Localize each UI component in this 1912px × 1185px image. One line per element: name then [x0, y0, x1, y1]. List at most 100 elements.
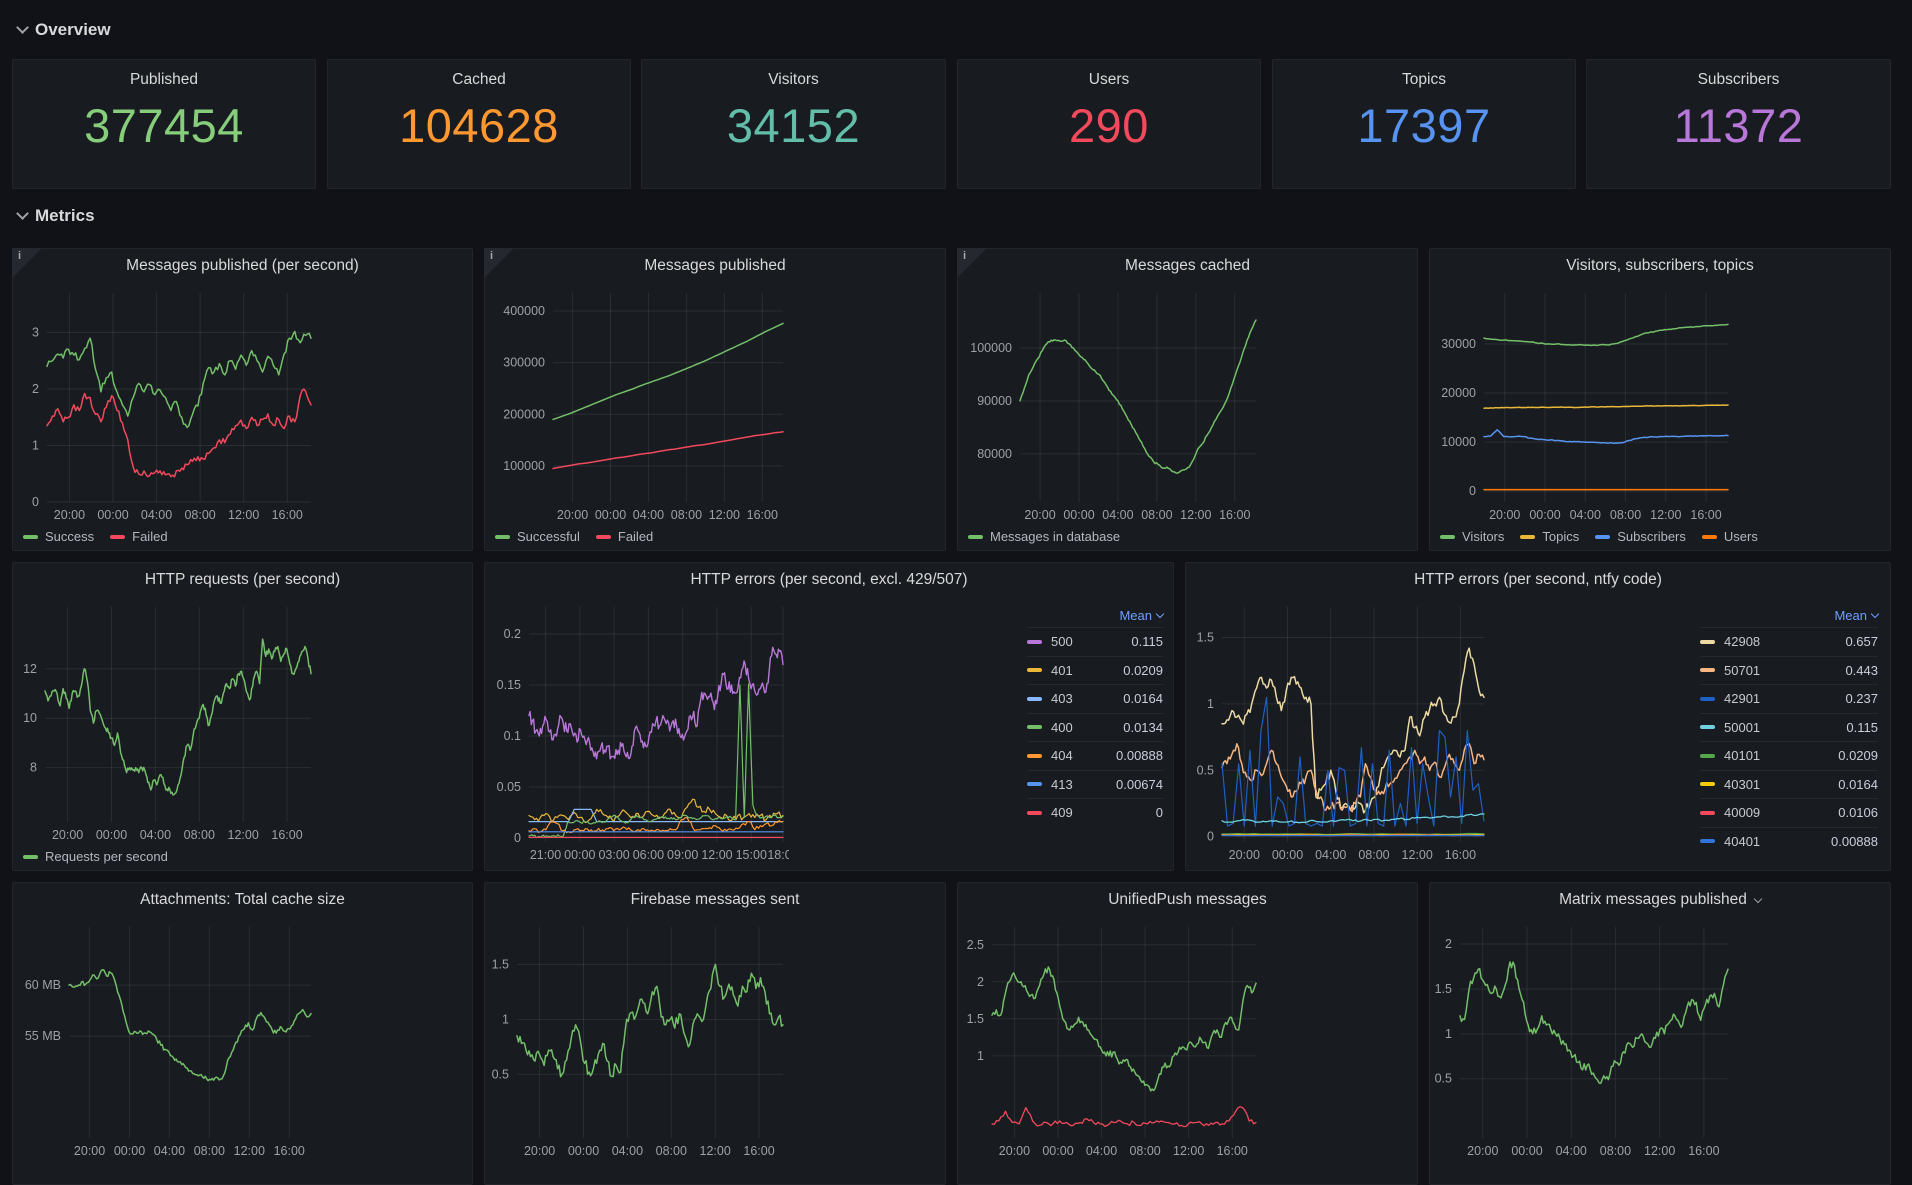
svg-text:04:00: 04:00 — [1086, 1144, 1117, 1158]
chart-canvas[interactable]: 11.522.520:0000:0004:0008:0012:0016:00 — [962, 919, 1262, 1162]
svg-text:0.2: 0.2 — [504, 627, 521, 641]
stat-panel-published: Published 377454 — [12, 59, 316, 189]
legend-table-row[interactable]: 400090.0106 — [1700, 798, 1878, 827]
legend-swatch — [1702, 535, 1717, 539]
legend-table-row[interactable]: 5000.115 — [1027, 627, 1163, 656]
panel-title[interactable]: Matrix messages published — [1430, 883, 1890, 917]
panel-title[interactable]: Messages cached — [958, 249, 1417, 283]
stat-panel-topics: Topics 17397 — [1272, 59, 1576, 189]
panel-title[interactable]: Visitors, subscribers, topics — [1430, 249, 1890, 283]
panel-title[interactable]: Attachments: Total cache size — [13, 883, 472, 917]
legend-swatch — [1700, 782, 1715, 786]
panel-unifiedpush-messages: UnifiedPush messages 11.522.520:0000:000… — [957, 882, 1418, 1185]
legend-table-row[interactable]: 404010.00888 — [1700, 827, 1878, 856]
legend-item[interactable]: Failed — [596, 529, 653, 544]
stat-title: Published — [13, 71, 315, 89]
legend-table-row[interactable]: 429010.237 — [1700, 684, 1878, 713]
svg-text:2: 2 — [977, 975, 984, 989]
svg-text:00:00: 00:00 — [1063, 508, 1094, 522]
legend-item[interactable]: Requests per second — [23, 849, 168, 864]
legend-table-row[interactable]: 4090 — [1027, 798, 1163, 827]
panel-title[interactable]: Messages published (per second) — [13, 249, 472, 283]
legend-table-row[interactable]: 4010.0209 — [1027, 656, 1163, 685]
legend-item[interactable]: Subscribers — [1595, 529, 1686, 544]
legend-item[interactable]: Topics — [1520, 529, 1579, 544]
chart-canvas[interactable]: 010000200003000020:0000:0004:0008:0012:0… — [1434, 285, 1734, 526]
legend-item[interactable]: Successful — [495, 529, 580, 544]
svg-text:16:00: 16:00 — [743, 1144, 774, 1158]
svg-text:12:00: 12:00 — [1644, 1144, 1675, 1158]
chart-canvas[interactable]: 10000020000030000040000020:0000:0004:000… — [489, 285, 789, 526]
legend-item[interactable]: Users — [1702, 529, 1758, 544]
panel-title[interactable]: Messages published — [485, 249, 945, 283]
svg-text:12:00: 12:00 — [228, 828, 259, 842]
legend-table-row[interactable]: 403010.0164 — [1700, 770, 1878, 799]
stat-value: 104628 — [328, 102, 630, 149]
svg-text:20000: 20000 — [1441, 386, 1476, 400]
chart-canvas[interactable]: 0.511.5220:0000:0004:0008:0012:0016:00 — [1434, 919, 1734, 1162]
svg-text:08:00: 08:00 — [184, 508, 215, 522]
legend-swatch — [1700, 640, 1715, 644]
legend-label: Topics — [1542, 529, 1579, 544]
legend-item[interactable]: Failed — [110, 529, 167, 544]
panel-title[interactable]: Firebase messages sent — [485, 883, 945, 917]
legend-table-row[interactable]: 500010.115 — [1700, 713, 1878, 742]
chart-canvas[interactable]: 800009000010000020:0000:0004:0008:0012:0… — [962, 285, 1262, 526]
svg-text:0.05: 0.05 — [497, 780, 521, 794]
panel-title[interactable]: HTTP errors (per second, excl. 429/507) — [485, 563, 1173, 597]
stat-title: Subscribers — [1587, 71, 1890, 89]
series-code: 40101 — [1724, 748, 1760, 763]
series-mean-value: 0.115 — [1846, 720, 1878, 735]
section-metrics[interactable]: Metrics — [18, 206, 95, 226]
legend-swatch — [1027, 640, 1042, 644]
legend-swatch — [1027, 811, 1042, 815]
svg-text:16:00: 16:00 — [274, 1144, 305, 1158]
series-mean-value: 0.00888 — [1831, 834, 1878, 849]
chart-canvas[interactable]: 0.511.520:0000:0004:0008:0012:0016:00 — [489, 919, 789, 1162]
legend-table-row[interactable]: 4030.0164 — [1027, 684, 1163, 713]
svg-text:04:00: 04:00 — [1570, 508, 1601, 522]
svg-text:0.1: 0.1 — [504, 729, 521, 743]
chart-canvas[interactable]: 012320:0000:0004:0008:0012:0016:00 — [17, 285, 317, 526]
svg-text:20:00: 20:00 — [54, 508, 85, 522]
legend-item[interactable]: Messages in database — [968, 529, 1120, 544]
series-code: 404 — [1051, 748, 1073, 763]
svg-text:200000: 200000 — [503, 407, 545, 421]
legend-swatch — [1027, 754, 1042, 758]
panel-title[interactable]: HTTP requests (per second) — [13, 563, 472, 597]
mean-sort-header[interactable]: Mean — [1027, 603, 1163, 627]
legend-table-row[interactable]: 429080.657 — [1700, 627, 1878, 656]
legend-swatch — [1027, 725, 1042, 729]
svg-text:04:00: 04:00 — [154, 1144, 185, 1158]
chart-canvas[interactable]: 00.050.10.150.221:0000:0003:0006:0009:00… — [489, 599, 789, 866]
chart-canvas[interactable]: 8101220:0000:0004:0008:0012:0016:00 — [17, 599, 317, 846]
chart-canvas[interactable]: 55 MB60 MB20:0000:0004:0008:0012:0016:00 — [17, 919, 317, 1162]
chart-canvas[interactable]: 00.511.520:0000:0004:0008:0012:0016:00 — [1190, 599, 1490, 866]
legend-table: Mean5000.1154010.02094030.01644000.01344… — [1027, 603, 1163, 827]
legend-table-row[interactable]: 4040.00888 — [1027, 741, 1163, 770]
legend-table: Mean429080.657507010.443429010.237500010… — [1700, 603, 1878, 855]
chart-legend: Successful Failed — [495, 529, 653, 544]
series-code: 409 — [1051, 805, 1073, 820]
panel-title[interactable]: HTTP errors (per second, ntfy code) — [1186, 563, 1890, 597]
svg-text:20:00: 20:00 — [1024, 508, 1055, 522]
panel-attachments-cache-size: Attachments: Total cache size 55 MB60 MB… — [12, 882, 473, 1185]
svg-text:08:00: 08:00 — [1141, 508, 1172, 522]
legend-table-row[interactable]: 401010.0209 — [1700, 741, 1878, 770]
legend-table-row[interactable]: 4000.0134 — [1027, 713, 1163, 742]
panel-menu-chevron-icon[interactable] — [1754, 894, 1762, 902]
mean-sort-header[interactable]: Mean — [1700, 603, 1878, 627]
svg-text:10000: 10000 — [1441, 435, 1476, 449]
legend-item[interactable]: Success — [23, 529, 94, 544]
legend-table-row[interactable]: 507010.443 — [1700, 656, 1878, 685]
svg-text:15:00: 15:00 — [736, 848, 767, 862]
legend-table-row[interactable]: 4130.00674 — [1027, 770, 1163, 799]
series-code: 500 — [1051, 634, 1073, 649]
stat-value: 11372 — [1587, 102, 1890, 149]
legend-label: Users — [1724, 529, 1758, 544]
svg-text:1: 1 — [1207, 697, 1214, 711]
section-overview[interactable]: Overview — [18, 20, 111, 40]
legend-item[interactable]: Visitors — [1440, 529, 1504, 544]
panel-title[interactable]: UnifiedPush messages — [958, 883, 1417, 917]
svg-text:04:00: 04:00 — [1315, 848, 1346, 862]
